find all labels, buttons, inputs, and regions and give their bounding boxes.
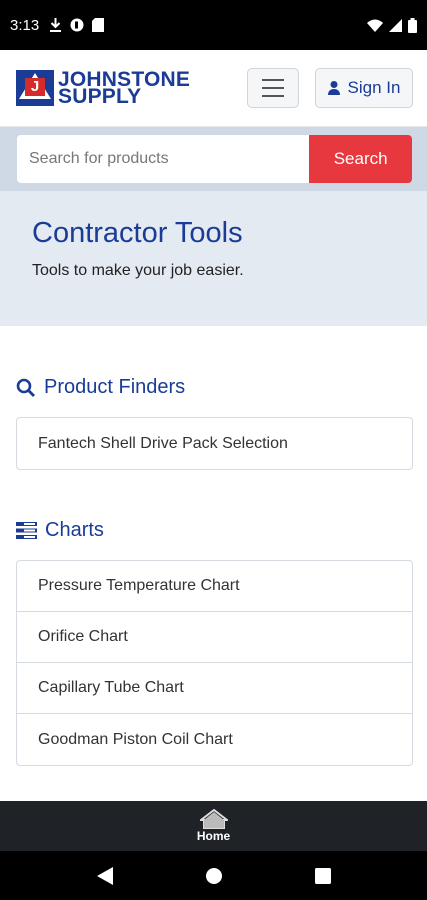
product-finders-list: Fantech Shell Drive Pack Selection (16, 417, 413, 470)
hamburger-menu-button[interactable] (247, 68, 299, 108)
status-bar: 3:13 (0, 0, 427, 50)
logo-text: JOHNSTONE SUPPLY (58, 68, 191, 108)
charts-heading: Charts (16, 519, 104, 542)
charts-list: Pressure Temperature Chart Orifice Chart… (16, 560, 413, 766)
sd-card-icon (92, 18, 105, 32)
home-label: Home (196, 829, 231, 843)
user-icon (327, 81, 340, 95)
search-icon (16, 378, 35, 397)
sign-in-label: Sign In (347, 78, 401, 97)
site-header: J JOHNSTONE SUPPLY Sign In (0, 50, 427, 127)
signal-icon (389, 18, 402, 32)
status-time: 3:13 (10, 16, 40, 34)
page-title: Contractor Tools (32, 217, 243, 249)
home-nav-button[interactable]: Home (197, 809, 230, 843)
wifi-icon (367, 19, 383, 32)
search-input[interactable] (17, 135, 310, 183)
sign-in-button[interactable]: Sign In (315, 68, 413, 108)
hamburger-icon (262, 79, 284, 81)
list-item-orifice-chart[interactable]: Orifice Chart (17, 612, 412, 663)
download-icon (50, 18, 62, 32)
search-button[interactable]: Search (309, 135, 412, 183)
back-icon[interactable] (96, 866, 113, 885)
home-circle-icon[interactable] (205, 867, 222, 884)
battery-icon (408, 17, 417, 33)
page-subtitle: Tools to make your job easier. (32, 262, 244, 279)
list-item-goodman-piston-coil-chart[interactable]: Goodman Piston Coil Chart (17, 714, 412, 765)
logo-mark-icon: J (16, 70, 54, 106)
page-hero: Contractor Tools Tools to make your job … (0, 191, 427, 326)
list-item-fantech-shell-drive-pack[interactable]: Fantech Shell Drive Pack Selection (17, 418, 412, 469)
list-item-capillary-tube-chart[interactable]: Capillary Tube Chart (17, 663, 412, 714)
app-notification-icon (70, 18, 84, 32)
recents-icon[interactable] (314, 867, 331, 884)
android-nav-bar (0, 851, 427, 900)
johnstone-logo[interactable]: J JOHNSTONE SUPPLY (16, 68, 191, 108)
charts-list-icon (16, 522, 37, 539)
list-item-pressure-temperature-chart[interactable]: Pressure Temperature Chart (17, 561, 412, 612)
bottom-nav: Home (0, 801, 427, 851)
search-bar: Search (0, 127, 427, 191)
home-icon (199, 809, 228, 829)
product-finders-heading: Product Finders (16, 376, 185, 399)
